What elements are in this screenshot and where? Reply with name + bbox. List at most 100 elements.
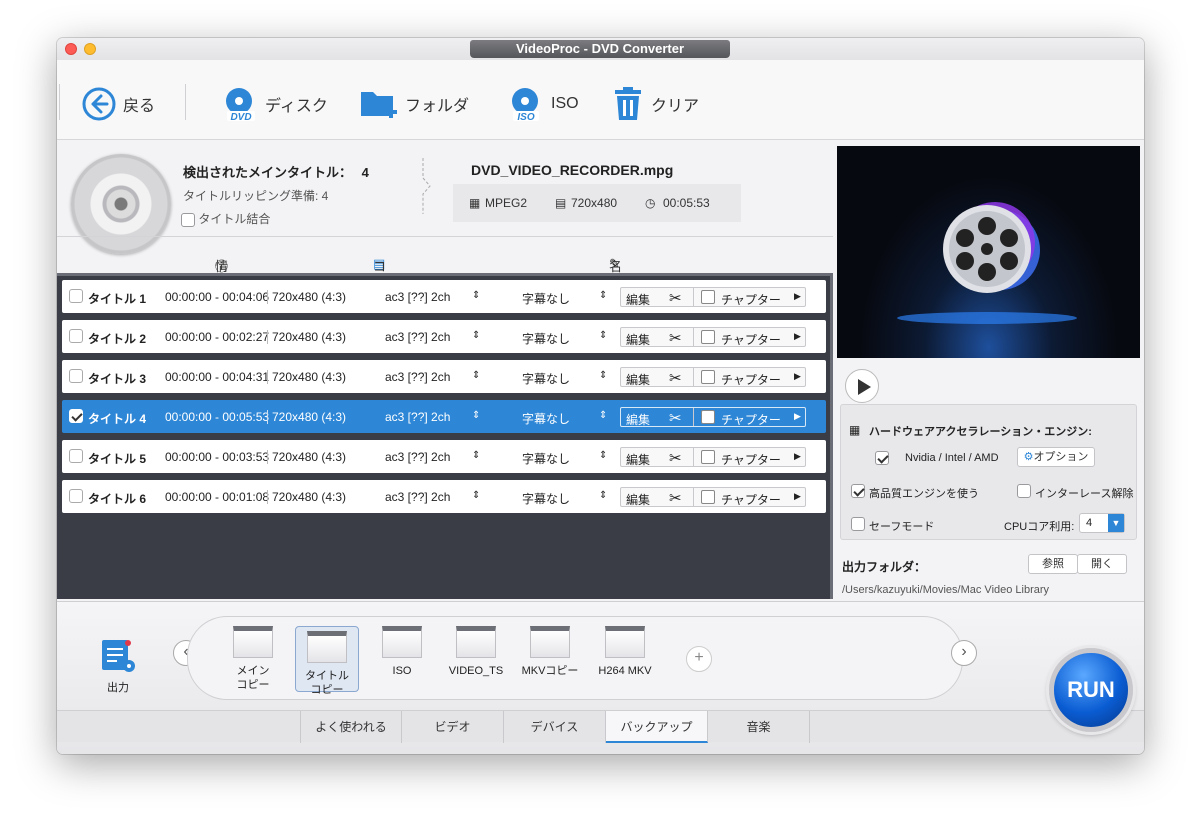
profile-video-ts[interactable]: VIDEO_TS: [444, 626, 508, 678]
audio-select[interactable]: ac3 [??] 2ch: [385, 450, 450, 464]
edit-button[interactable]: 編集: [626, 451, 650, 468]
scissors-icon[interactable]: ✂: [669, 449, 682, 467]
edit-button[interactable]: 編集: [626, 291, 650, 308]
open-button[interactable]: 開く: [1077, 554, 1127, 574]
profile-h264-mkv[interactable]: H264 MKV: [593, 626, 657, 678]
scissors-icon[interactable]: ✂: [669, 329, 682, 347]
updown-icon[interactable]: ⇕: [472, 290, 480, 301]
safe-mode-checkbox[interactable]: [851, 517, 865, 531]
updown-icon[interactable]: ⇕: [599, 370, 607, 381]
chevron-right-icon[interactable]: ›: [951, 640, 977, 666]
scissors-icon[interactable]: ✂: [669, 409, 682, 427]
subtitle-select[interactable]: 字幕なし: [522, 450, 570, 467]
updown-icon[interactable]: ⇕: [472, 370, 480, 381]
browse-button[interactable]: 参照: [1028, 554, 1078, 574]
updown-icon[interactable]: ⇕: [599, 450, 607, 461]
table-row[interactable]: タイトル 5 00:00:00 - 00:03:53 720x480 (4:3)…: [62, 440, 826, 473]
title-checkbox[interactable]: [69, 489, 83, 503]
profile-title-copy[interactable]: タイトル コピー: [295, 626, 359, 696]
triangle-right-icon[interactable]: ▶: [794, 331, 801, 342]
run-button[interactable]: RUN: [1049, 648, 1133, 732]
subtitle-select[interactable]: 字幕なし: [522, 490, 570, 507]
chapter-button[interactable]: チャプター: [721, 331, 781, 348]
file-name: DVD_VIDEO_RECORDER.mpg: [471, 162, 674, 178]
triangle-right-icon[interactable]: ▶: [794, 491, 801, 502]
iso-button[interactable]: ISO ISO: [507, 86, 579, 122]
add-profile-icon[interactable]: +: [686, 646, 712, 672]
profile-thumbnail: [382, 626, 422, 658]
tab-device[interactable]: デバイス: [504, 711, 606, 743]
clear-button[interactable]: クリア: [611, 86, 699, 122]
table-row-selected[interactable]: タイトル 4 00:00:00 - 00:05:53 720x480 (4:3)…: [62, 400, 826, 433]
title-checkbox[interactable]: [69, 369, 83, 383]
updown-icon[interactable]: ⇕: [599, 290, 607, 301]
minimize-window-button[interactable]: [84, 43, 96, 55]
close-window-button[interactable]: [65, 43, 77, 55]
output-settings-button[interactable]: 出力: [95, 636, 141, 694]
clock-icon: ◷: [645, 196, 656, 210]
chapter-button[interactable]: チャプター: [721, 291, 781, 308]
updown-icon[interactable]: ⇕: [472, 410, 480, 421]
audio-select[interactable]: ac3 [??] 2ch: [385, 410, 450, 424]
audio-select[interactable]: ac3 [??] 2ch: [385, 490, 450, 504]
updown-icon[interactable]: ⇕: [599, 330, 607, 341]
table-row[interactable]: タイトル 1 00:00:00 - 00:04:06 720x480 (4:3)…: [62, 280, 826, 313]
scissors-icon[interactable]: ✂: [669, 369, 682, 387]
option-button[interactable]: ⚙オプション: [1017, 447, 1095, 467]
updown-icon[interactable]: ⇕: [472, 490, 480, 501]
updown-icon[interactable]: ⇕: [472, 450, 480, 461]
edit-button[interactable]: 編集: [626, 371, 650, 388]
updown-icon[interactable]: ⇕: [599, 410, 607, 421]
chapter-button[interactable]: チャプター: [721, 371, 781, 388]
hq-engine-checkbox[interactable]: [851, 484, 865, 498]
folder-button[interactable]: フォルダ: [359, 86, 469, 122]
tab-backup[interactable]: バックアップ: [606, 711, 708, 743]
triangle-right-icon[interactable]: ▶: [794, 371, 801, 382]
updown-icon[interactable]: ⇕: [599, 490, 607, 501]
subtitle-select[interactable]: 字幕なし: [522, 290, 570, 307]
subtitle-select[interactable]: 字幕なし: [522, 370, 570, 387]
deinterlace-checkbox[interactable]: [1017, 484, 1031, 498]
disc-button[interactable]: DVD ディスク: [221, 86, 328, 122]
back-button[interactable]: 戻る: [81, 86, 155, 122]
chapter-button[interactable]: チャプター: [721, 451, 781, 468]
tab-popular[interactable]: よく使われる: [300, 711, 402, 743]
title-checkbox[interactable]: [69, 409, 83, 423]
chapter-button[interactable]: チャプター: [721, 491, 781, 508]
subtitle-select[interactable]: 字幕なし: [522, 330, 570, 347]
scissors-icon[interactable]: ✂: [669, 289, 682, 307]
audio-select[interactable]: ac3 [??] 2ch: [385, 370, 450, 384]
table-row[interactable]: タイトル 3 00:00:00 - 00:04:31 720x480 (4:3)…: [62, 360, 826, 393]
edit-button[interactable]: 編集: [626, 331, 650, 348]
merge-titles-option[interactable]: タイトル結合: [181, 210, 270, 227]
title-checkbox[interactable]: [69, 289, 83, 303]
chapter-button[interactable]: チャプター: [721, 411, 781, 428]
tab-video[interactable]: ビデオ: [402, 711, 504, 743]
title-checkbox[interactable]: [69, 449, 83, 463]
edit-button[interactable]: 編集: [626, 411, 650, 428]
nvidia-checkbox[interactable]: [875, 451, 889, 465]
updown-icon[interactable]: ⇕: [472, 330, 480, 341]
triangle-right-icon[interactable]: ▶: [794, 291, 801, 302]
table-row[interactable]: タイトル 2 00:00:00 - 00:02:27 720x480 (4:3)…: [62, 320, 826, 353]
cpu-core-select[interactable]: 4 ▼: [1079, 513, 1125, 533]
play-button[interactable]: [845, 369, 879, 403]
triangle-right-icon[interactable]: ▶: [794, 451, 801, 462]
table-row[interactable]: タイトル 6 00:00:00 - 00:01:08 720x480 (4:3)…: [62, 480, 826, 513]
subtitle-select[interactable]: 字幕なし: [522, 410, 570, 427]
triangle-right-icon[interactable]: ▶: [794, 411, 801, 422]
audio-select[interactable]: ac3 [??] 2ch: [385, 330, 450, 344]
back-arrow-icon: [82, 87, 116, 121]
edit-button[interactable]: 編集: [626, 491, 650, 508]
profile-iso[interactable]: ISO: [370, 626, 434, 678]
profile-main-copy[interactable]: メイン コピー: [221, 626, 285, 692]
file-details: ▦ MPEG2 ▤ 720x480 ◷ 00:05:53: [453, 184, 741, 222]
scissors-icon[interactable]: ✂: [669, 489, 682, 507]
chevron-right-icon: [422, 158, 431, 214]
title-resolution: 720x480 (4:3): [267, 370, 346, 384]
tab-music[interactable]: 音楽: [708, 711, 810, 743]
merge-titles-checkbox[interactable]: [181, 212, 195, 227]
title-checkbox[interactable]: [69, 329, 83, 343]
audio-select[interactable]: ac3 [??] 2ch: [385, 290, 450, 304]
profile-mkv-copy[interactable]: MKVコピー: [518, 626, 582, 678]
